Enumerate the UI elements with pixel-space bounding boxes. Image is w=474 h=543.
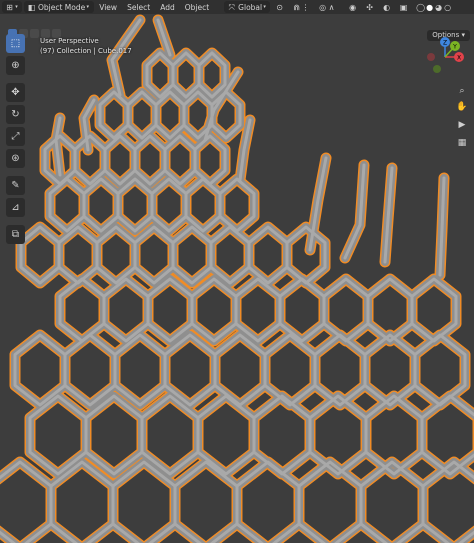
falloff-icon: ∧	[328, 2, 335, 12]
mesh-cell	[61, 331, 119, 409]
camera-button[interactable]: ▶	[454, 118, 470, 132]
rendered-shading-icon[interactable]: ○	[443, 3, 452, 12]
grid-icon: ▦	[457, 138, 467, 148]
mesh-cell	[320, 275, 372, 345]
gizmo-x-label: X	[457, 55, 461, 62]
xray-icon: ▣	[399, 2, 408, 12]
ortho-toggle-button[interactable]: ▦	[454, 136, 470, 150]
perspective-label: User Perspective	[40, 37, 99, 45]
mesh-cell	[144, 275, 196, 345]
tool-settings-bar: Options ▾	[0, 14, 474, 41]
3d-viewport[interactable]	[0, 0, 474, 543]
mesh-cell	[276, 275, 328, 345]
zoom-icon: ⌕	[459, 86, 465, 96]
mesh-cell	[232, 275, 284, 345]
pivot-icon: ⊙	[276, 2, 283, 12]
mode-label: Object Mode	[38, 2, 86, 12]
move-tool[interactable]: ✥	[6, 83, 25, 102]
hand-icon: ✋	[456, 102, 468, 112]
editor-type-icon: ⊞	[6, 2, 13, 12]
visibility-button[interactable]: ◉	[345, 1, 360, 13]
overlay-toggle-button[interactable]: ◐	[379, 1, 394, 13]
mesh-cell	[93, 223, 139, 287]
menu-add[interactable]: Add	[155, 3, 180, 12]
mesh-cell	[55, 223, 101, 287]
shading-modes[interactable]: ◯ ● ◕ ○	[413, 1, 455, 13]
cursor-icon: ⊕	[11, 60, 20, 71]
chevron-down-icon: ▾	[86, 3, 89, 10]
orientation-label: Global	[238, 2, 263, 12]
scale-icon: ⤢	[11, 131, 20, 142]
annotate-icon: ✎	[11, 180, 20, 191]
orientation-icon: ⤧	[228, 2, 235, 12]
transform-icon: ⊛	[11, 153, 20, 164]
select-box-icon: ⬚	[10, 38, 21, 49]
scale-tool[interactable]: ⤢	[6, 127, 25, 146]
move-icon: ✥	[11, 87, 20, 98]
solid-shading-icon[interactable]: ●	[425, 3, 434, 12]
transform-orientation-selector[interactable]: ⤧ Global ▾	[224, 1, 271, 13]
snap-target-icon: ⋮	[301, 2, 310, 12]
mesh-cell	[283, 223, 329, 287]
rotate-tool[interactable]: ↻	[6, 105, 25, 124]
honeycomb-mesh[interactable]	[0, 0, 474, 543]
mesh-cell	[169, 223, 215, 287]
navigation-gizmo[interactable]: X Y Z	[424, 36, 466, 78]
wireframe-shading-icon[interactable]: ◯	[416, 3, 425, 12]
mesh-cell	[56, 275, 108, 345]
zoom-button[interactable]: ⌕	[454, 84, 470, 98]
mesh-cell	[245, 223, 291, 287]
object-mode-icon: ◧	[27, 2, 36, 12]
snap-button[interactable]: ⋒ ⋮	[289, 1, 313, 13]
pan-button[interactable]: ✋	[454, 100, 470, 114]
gizmo-y-label: Y	[452, 44, 457, 51]
xray-toggle-button[interactable]: ▣	[396, 1, 411, 13]
gizmo-toggle-button[interactable]: ✣	[362, 1, 377, 13]
viewport-info: User Perspective (97) Collection | Cube.…	[40, 36, 132, 56]
chevron-down-icon: ▾	[263, 3, 266, 10]
collection-label: (97) Collection | Cube.017	[40, 47, 132, 55]
mesh-cell	[82, 392, 146, 478]
mesh-cell	[131, 223, 177, 287]
camera-icon: ▶	[458, 120, 466, 130]
select-subtract-icon[interactable]	[30, 29, 39, 38]
mesh-cell	[188, 275, 240, 345]
mesh-cell	[411, 331, 469, 409]
gizmo-neg-x[interactable]	[427, 53, 435, 61]
measure-tool[interactable]: ⊿	[6, 198, 25, 217]
menu-view[interactable]: View	[94, 3, 122, 12]
proportional-icon: ◎	[319, 2, 327, 12]
mesh-cell	[207, 223, 253, 287]
chevron-down-icon: ▾	[15, 3, 18, 10]
gizmo-icon: ✣	[366, 2, 373, 12]
mesh-cell	[408, 275, 460, 345]
menu-select[interactable]: Select	[122, 3, 155, 12]
snap-magnet-icon: ⋒	[293, 2, 300, 12]
gizmo-z-label: Z	[443, 40, 447, 47]
gizmo-neg-y[interactable]	[433, 65, 441, 73]
measure-icon: ⊿	[11, 202, 20, 213]
mesh-cell	[111, 331, 169, 409]
viewport-header: ⊞ ▾ ◧ Object Mode ▾ View Select Add Obje…	[0, 0, 474, 14]
transform-tool[interactable]: ⊛	[6, 149, 25, 168]
pivot-point-button[interactable]: ⊙	[272, 1, 287, 13]
cursor-tool[interactable]: ⊕	[6, 56, 25, 75]
annotate-tool[interactable]: ✎	[6, 176, 25, 195]
tool-shelf: ⬚ ⊕ ✥ ↻ ⤢ ⊛ ✎ ⊿ ⧉	[6, 34, 28, 247]
visibility-icon: ◉	[349, 2, 357, 12]
add-cube-tool[interactable]: ⧉	[6, 225, 25, 244]
proportional-edit-button[interactable]: ◎ ∧	[315, 1, 339, 13]
material-shading-icon[interactable]: ◕	[434, 3, 443, 12]
mesh-cell	[261, 331, 319, 409]
rotate-icon: ↻	[11, 109, 20, 120]
select-box-tool[interactable]: ⬚	[6, 34, 25, 53]
overlay-icon: ◐	[383, 2, 391, 12]
editor-type-button[interactable]: ⊞ ▾	[2, 1, 22, 13]
mode-selector[interactable]: ◧ Object Mode ▾	[24, 1, 95, 13]
menu-object[interactable]: Object	[180, 3, 214, 12]
add-cube-icon: ⧉	[11, 229, 20, 240]
